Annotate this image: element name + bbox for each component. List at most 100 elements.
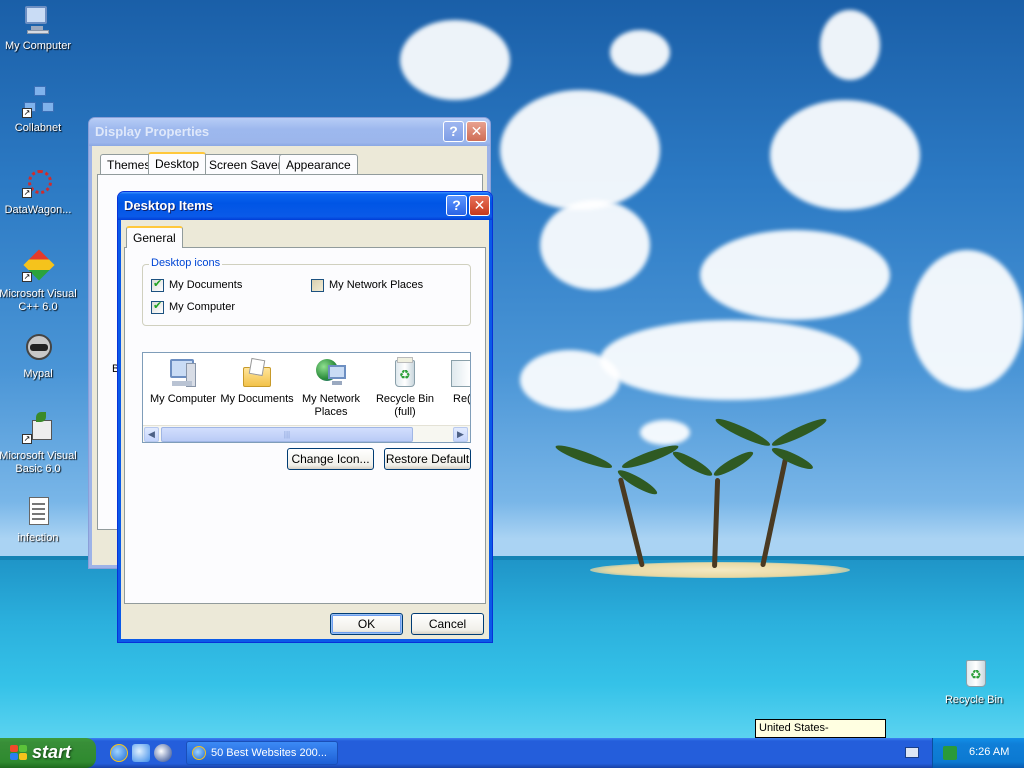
system-tray: 6:26 AM [932, 738, 1024, 768]
list-item-my-computer[interactable]: My Computer [145, 357, 221, 406]
close-button[interactable]: ✕ [469, 195, 490, 216]
desktop-icon-list[interactable]: My Computer My Documents My Network Plac… [142, 352, 471, 443]
tab-desktop[interactable]: Desktop [148, 152, 207, 174]
checkbox-box [311, 279, 324, 292]
text-file-icon [22, 496, 54, 528]
browser-quicklaunch-icon[interactable] [132, 744, 150, 762]
list-item-my-documents[interactable]: My Documents [219, 357, 295, 406]
scroll-thumb[interactable]: ||| [161, 427, 413, 442]
cloud [700, 230, 890, 320]
help-button[interactable]: ? [446, 195, 467, 216]
change-icon-button[interactable]: Change Icon... [287, 448, 374, 470]
desktop-icon-mypal[interactable]: Mypal [0, 332, 78, 381]
grip-icon: ||| [283, 430, 291, 439]
tab-label: Screen Saver [209, 158, 282, 172]
palm-leaf [620, 441, 681, 472]
desktop-icon-infection[interactable]: infection [0, 496, 78, 545]
checkbox-my-computer[interactable]: My Computer [151, 300, 236, 315]
close-icon: ✕ [473, 197, 486, 213]
desktop-icon-label: Microsoft Visual C++ 6.0 [0, 288, 77, 313]
palm-leaf [769, 415, 829, 450]
list-item-label: My Computer [149, 393, 217, 405]
taskbar-button-label: 50 Best Websites 200... [211, 747, 327, 759]
desktop-icon-label: DataWagon... [4, 204, 72, 216]
my-computer-icon [22, 4, 54, 36]
tab-screen-saver[interactable]: Screen Saver [202, 154, 289, 174]
palm-leaf [553, 441, 614, 472]
desktop-icon-datawagon[interactable]: ↗ DataWagon... [0, 168, 78, 217]
cloud [500, 90, 660, 210]
recycle-bin-empty-icon [451, 357, 470, 389]
desktop-items-dialog[interactable]: Desktop Items ? ✕ General Desktop icons … [117, 191, 493, 643]
help-button[interactable]: ? [443, 121, 464, 142]
list-item-label: Recycle Bin (full) [375, 393, 435, 418]
groupbox-legend: Desktop icons [149, 257, 223, 269]
start-button[interactable]: start [0, 738, 96, 768]
tab-label: Themes [107, 158, 151, 172]
scroll-left-button[interactable]: ◀ [144, 427, 159, 442]
scroll-right-button[interactable]: ▶ [453, 427, 468, 442]
desktop-icon-label: Recycle Bin [944, 694, 1004, 706]
visual-basic-icon: ↗ [22, 412, 54, 446]
windows-flag-icon [10, 745, 28, 761]
window-title: Desktop Items [124, 198, 213, 213]
tab-appearance[interactable]: Appearance [279, 154, 358, 174]
desktop-icon-my-computer[interactable]: My Computer [0, 4, 78, 53]
palm-leaf [711, 448, 756, 480]
mypal-icon [22, 332, 54, 364]
taskbar-button-browser[interactable]: 50 Best Websites 200... [186, 741, 338, 765]
checkbox-my-network-places[interactable]: My Network Places [311, 279, 423, 293]
close-button[interactable]: ✕ [466, 121, 487, 142]
my-documents-icon [240, 357, 274, 389]
desktop-icon-label: Collabnet [14, 122, 62, 134]
start-label: start [32, 742, 72, 762]
internet-explorer-icon [192, 746, 206, 760]
desktop-icon-visual-basic[interactable]: ↗ Microsoft Visual Basic 6.0 [0, 412, 78, 476]
cancel-button[interactable]: Cancel [411, 613, 484, 635]
checkbox-my-documents[interactable]: My Documents [151, 278, 242, 293]
network-tray-icon[interactable] [943, 746, 957, 760]
button-label: Cancel [428, 617, 467, 631]
cloud [610, 30, 670, 75]
list-item-label: My Network Places [301, 393, 361, 418]
desktop-icon-label: Mypal [23, 368, 53, 380]
internet-explorer-icon[interactable] [110, 744, 128, 762]
list-item-recycle-bin-full[interactable]: ♻ Recycle Bin (full) [367, 357, 443, 419]
button-label: OK [357, 617, 376, 631]
desktop-icon-visual-cpp[interactable]: ↗ Microsoft Visual C++ 6.0 [0, 249, 78, 314]
desktop-icons-groupbox: Desktop icons My Documents My Network Pl… [142, 257, 471, 326]
cloud [540, 200, 650, 290]
list-item-label: Re( [453, 393, 471, 405]
taskbar: start 50 Best Websites 200... 6:26 AM [0, 738, 1024, 768]
island [590, 562, 850, 578]
horizontal-scrollbar[interactable]: ◀ ||| ▶ [143, 425, 470, 442]
restore-default-button[interactable]: Restore Default [384, 448, 471, 470]
recycle-bin-full-icon: ♻ [388, 357, 422, 389]
desktop-icon-label: My Computer [4, 40, 72, 52]
ok-button[interactable]: OK [330, 613, 403, 635]
desktop-icon-collabnet[interactable]: ↗ Collabnet [0, 86, 78, 135]
clock[interactable]: 6:26 AM [969, 746, 1009, 758]
list-item-recycle-bin-empty[interactable]: Re( [443, 357, 471, 406]
checkbox-label: My Computer [169, 301, 236, 313]
tab-label: Desktop [155, 157, 200, 171]
desktop-icon-label: infection [17, 532, 59, 544]
cloud [640, 420, 690, 445]
help-icon: ? [452, 197, 461, 213]
cloud [770, 100, 920, 210]
keyboard-language-icon[interactable] [905, 747, 919, 758]
chevron-left-icon: ◀ [148, 429, 155, 439]
cloud [600, 320, 860, 400]
display-properties-titlebar[interactable]: Display Properties ? ✕ [89, 118, 490, 146]
palm-tree [617, 477, 645, 568]
desktop-items-titlebar[interactable]: Desktop Items ? ✕ [118, 192, 492, 220]
palm-tree [712, 477, 721, 569]
list-item-label: My Documents [220, 393, 294, 405]
network-places-icon [314, 357, 348, 389]
list-item-my-network-places[interactable]: My Network Places [293, 357, 369, 419]
checkbox-box [151, 278, 164, 292]
media-player-icon[interactable] [154, 744, 172, 762]
desktop-icon-recycle-bin[interactable]: ♻ Recycle Bin [934, 658, 1014, 707]
tab-general[interactable]: General [126, 226, 183, 248]
visual-cpp-icon: ↗ [22, 249, 55, 284]
